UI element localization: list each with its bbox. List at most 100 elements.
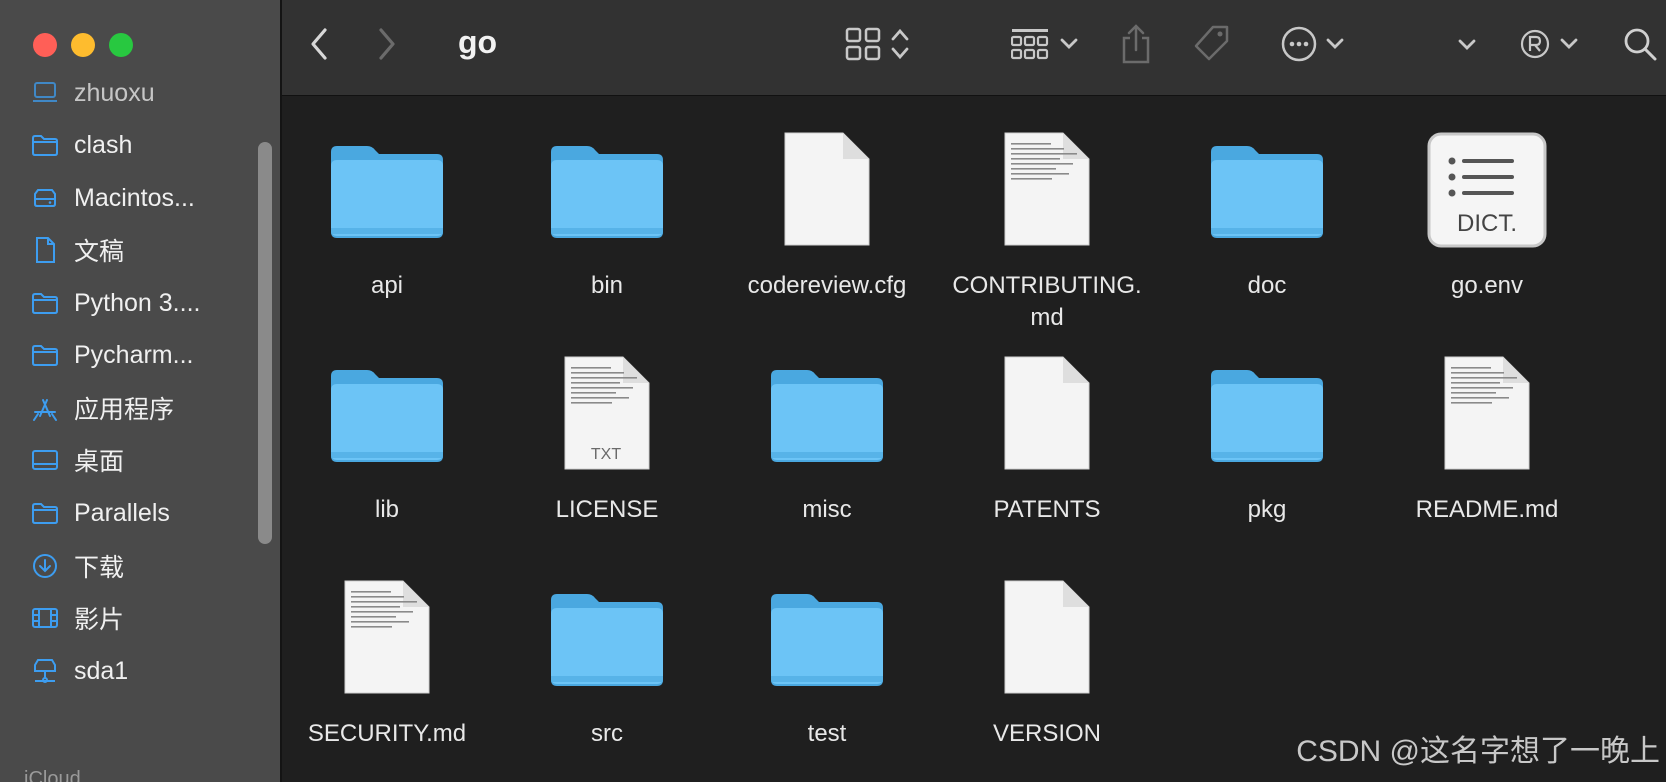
search-button[interactable] — [1620, 24, 1660, 64]
sidebar-item[interactable]: Macintos... — [0, 173, 270, 223]
folder-icon — [322, 354, 452, 474]
file-item[interactable]: DICT. go.env — [1382, 100, 1592, 310]
file-name: codereview.cfg — [747, 272, 907, 299]
sidebar-item[interactable]: clash — [0, 120, 270, 170]
file-name: SECURITY.md — [307, 720, 467, 747]
more-actions-button[interactable] — [1276, 22, 1350, 66]
sidebar: zhuoxu clash Macintos... 文稿 Python 3.... Pych… — [0, 0, 282, 782]
close-window-button[interactable] — [33, 33, 57, 57]
group-button[interactable] — [1002, 24, 1088, 64]
share-button[interactable] — [1116, 20, 1156, 68]
file-name: test — [807, 720, 847, 747]
extension-dropdown-button[interactable] — [1452, 30, 1482, 60]
folder-icon — [542, 130, 672, 250]
sidebar-item[interactable]: Python 3.... — [0, 278, 270, 328]
sidebar-scrollbar[interactable] — [258, 142, 272, 544]
file-name: VERSION — [992, 720, 1102, 747]
folder-icon — [542, 578, 672, 698]
sidebar-item-label: zhuoxu — [74, 78, 155, 107]
up-down-chevron-icon — [891, 28, 909, 60]
folder-item[interactable]: lib — [282, 324, 492, 534]
sidebar-item[interactable]: Parallels — [0, 488, 270, 538]
folder-icon — [30, 340, 60, 370]
sidebar-item-label: Python 3.... — [74, 288, 201, 317]
folder-item[interactable]: bin — [502, 100, 712, 310]
download-icon — [30, 551, 60, 581]
file-name: README.md — [1415, 496, 1559, 523]
zoom-window-button[interactable] — [109, 33, 133, 57]
sidebar-item[interactable]: 桌面 — [0, 435, 270, 485]
chevron-left-icon — [311, 28, 327, 60]
file-item[interactable]: codereview.cfg — [722, 100, 932, 310]
harddisk-icon — [30, 183, 60, 213]
blank-document-icon — [762, 130, 892, 250]
file-item[interactable]: CONTRIBUTING. md — [942, 100, 1152, 331]
tag-button[interactable] — [1190, 22, 1232, 66]
folder-item[interactable]: misc — [722, 324, 932, 534]
blank-document-icon — [982, 578, 1112, 698]
chevron-down-icon — [1458, 39, 1476, 50]
folder-icon — [30, 498, 60, 528]
file-name: src — [591, 720, 623, 747]
window-title: go — [458, 24, 498, 60]
registered-extension-button[interactable] — [1514, 24, 1584, 64]
dictionary-icon: DICT. — [1422, 130, 1552, 250]
watermark-text: CSDN @这名字想了一晚上 — [1296, 735, 1660, 768]
svg-text:DICT.: DICT. — [1457, 210, 1517, 237]
ellipsis-circle-icon — [1281, 26, 1317, 62]
sidebar-item[interactable]: sda1 — [0, 646, 270, 696]
sidebar-item[interactable]: 影片 — [0, 593, 270, 643]
file-name: PATENTS — [993, 496, 1101, 523]
minimize-window-button[interactable] — [71, 33, 95, 57]
file-name: misc — [802, 496, 852, 523]
folder-item[interactable]: test — [722, 548, 932, 758]
folder-item[interactable]: src — [502, 548, 712, 758]
folder-icon — [30, 288, 60, 318]
group-icon — [1011, 29, 1049, 60]
folder-item[interactable]: api — [282, 100, 492, 310]
file-item[interactable]: README.md — [1382, 324, 1592, 534]
document-icon — [30, 235, 60, 265]
sidebar-item[interactable]: Pycharm... — [0, 330, 270, 380]
file-name: bin — [590, 272, 624, 299]
sidebar-item-label: Pycharm... — [74, 340, 194, 369]
back-button[interactable] — [302, 22, 336, 66]
file-item[interactable]: VERSION — [942, 548, 1152, 758]
search-icon — [1624, 28, 1657, 61]
sidebar-item-label: 下载 — [74, 554, 125, 582]
text-document-icon — [322, 578, 452, 698]
window-controls — [33, 33, 133, 57]
sidebar-item[interactable]: 文稿 — [0, 225, 270, 275]
file-item[interactable]: PATENTS — [942, 324, 1152, 534]
sidebar-item[interactable]: 下载 — [0, 541, 270, 591]
chevron-down-icon — [1326, 38, 1344, 49]
file-name: LICENSE — [555, 496, 659, 523]
network-drive-icon — [30, 656, 60, 686]
view-mode-button[interactable] — [838, 24, 918, 64]
text-document-icon — [1422, 354, 1552, 474]
applications-icon — [30, 393, 60, 423]
folder-item[interactable]: doc — [1162, 100, 1372, 310]
folder-icon — [1202, 130, 1332, 250]
folder-icon — [762, 354, 892, 474]
tag-icon — [1194, 25, 1229, 61]
sidebar-item-label: 文稿 — [74, 238, 125, 266]
blank-document-icon — [982, 354, 1112, 474]
chevron-down-icon — [1560, 38, 1578, 49]
sidebar-item[interactable]: zhuoxu — [0, 68, 270, 118]
sidebar-section-icloud: iCloud — [24, 768, 81, 782]
folder-item[interactable]: pkg — [1162, 324, 1372, 534]
desktop-icon — [30, 445, 60, 475]
film-icon — [30, 603, 60, 633]
file-item[interactable]: TXT LICENSE — [502, 324, 712, 534]
share-icon — [1122, 24, 1150, 64]
sidebar-item-label: 桌面 — [74, 448, 125, 476]
file-item[interactable]: SECURITY.md — [282, 548, 492, 758]
sidebar-item-label: Macintos... — [74, 183, 195, 212]
file-name: doc — [1247, 272, 1287, 299]
svg-text:TXT: TXT — [591, 446, 621, 463]
sidebar-item-label: 应用程序 — [74, 396, 175, 424]
chevron-right-icon — [379, 28, 395, 60]
sidebar-item[interactable]: 应用程序 — [0, 383, 270, 433]
forward-button[interactable] — [370, 22, 404, 66]
